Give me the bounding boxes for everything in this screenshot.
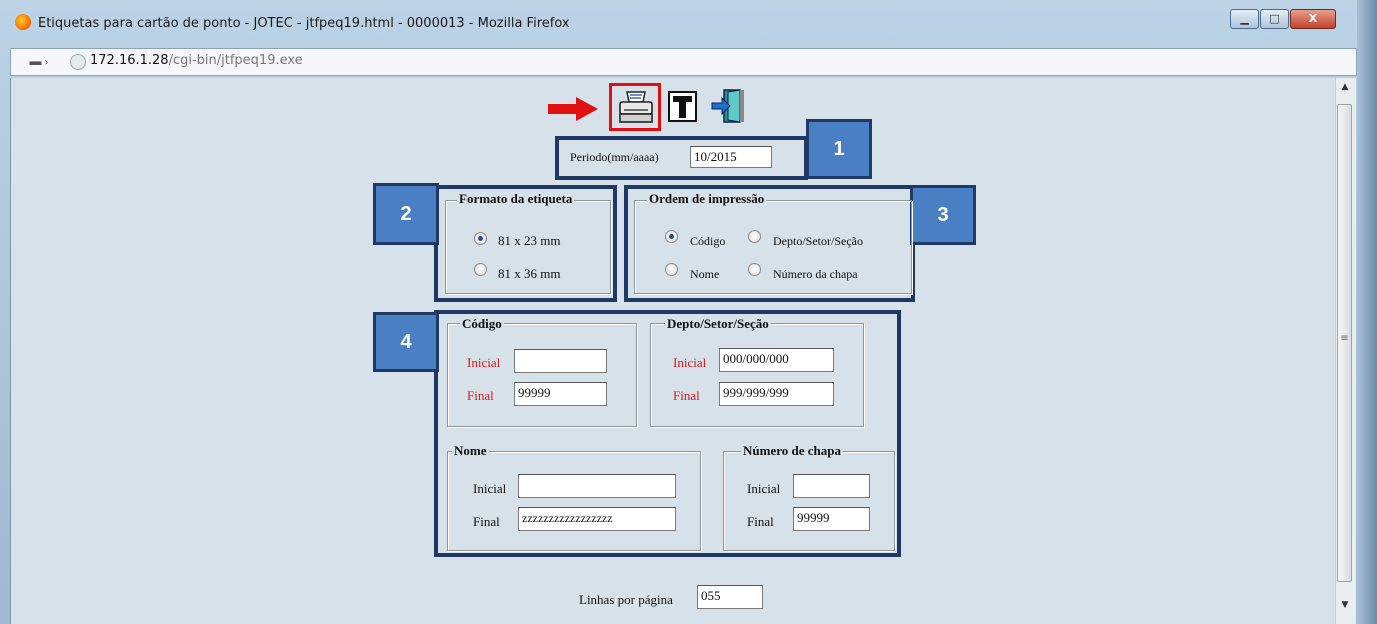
window-title: Etiquetas para cartão de ponto - JOTEC -… <box>38 16 570 31</box>
chapa-fieldset <box>723 451 895 551</box>
nome-inicial-input[interactable] <box>518 474 676 498</box>
chapa-final-label: Final <box>747 514 774 529</box>
codigo-inicial-label: Inicial <box>467 355 501 370</box>
linhas-input[interactable]: 055 <box>697 585 763 609</box>
badge-3: 3 <box>910 185 976 245</box>
scroll-grip-icon: ≡ <box>1340 333 1349 344</box>
minimize-button[interactable]: ▁ <box>1230 9 1259 29</box>
ordem-label-chapa: Número da chapa <box>773 267 858 281</box>
formato-label-81x23: 81 x 23 mm <box>498 233 561 248</box>
firefox-icon <box>15 14 31 30</box>
scroll-up-icon[interactable]: ▲ <box>1335 82 1355 98</box>
depto-inicial-label: Inicial <box>673 355 707 370</box>
codigo-final-input[interactable]: 99999 <box>514 382 607 406</box>
ordem-label-depto: Depto/Setor/Seção <box>773 234 863 248</box>
url-text[interactable]: 172.16.1.28/cgi-bin/jtfpeq19.exe <box>90 53 303 68</box>
print-icon[interactable] <box>618 90 654 124</box>
badge-2: 2 <box>373 183 439 245</box>
depto-legend: Depto/Setor/Seção <box>665 316 771 332</box>
codigo-fieldset <box>447 323 637 427</box>
close-button[interactable]: X <box>1290 9 1336 29</box>
maximize-button[interactable]: □ <box>1260 9 1289 29</box>
linhas-label: Linhas por página <box>579 592 673 607</box>
periodo-label: Periodo(mm/aaaa) <box>570 150 659 164</box>
nome-legend: Nome <box>452 443 489 459</box>
red-arrow-icon <box>548 97 598 121</box>
depto-fieldset <box>650 323 864 427</box>
chapa-inicial-label: Inicial <box>747 481 781 496</box>
formato-label-81x36: 81 x 36 mm <box>498 266 561 281</box>
ordem-radio-chapa[interactable] <box>748 263 761 276</box>
window-frame-edge <box>1357 0 1377 624</box>
nome-final-input[interactable]: zzzzzzzzzzzzzzzzz <box>518 507 676 531</box>
badge-4: 4 <box>373 312 439 372</box>
chapa-inicial-input[interactable] <box>793 474 870 498</box>
scroll-down-icon[interactable]: ▼ <box>1335 600 1355 616</box>
globe-icon <box>70 54 86 70</box>
badge-1: 1 <box>806 119 872 179</box>
page-menu-icon[interactable]: ▬ › <box>22 54 56 70</box>
nome-inicial-label: Inicial <box>473 481 507 496</box>
codigo-inicial-input[interactable] <box>514 349 607 373</box>
ordem-legend: Ordem de impressão <box>647 191 767 207</box>
formato-radio-81x23[interactable] <box>474 232 487 245</box>
ordem-radio-nome[interactable] <box>665 263 678 276</box>
url-path: /cgi-bin/jtfpeq19.exe <box>168 53 303 68</box>
depto-inicial-input[interactable]: 000/000/000 <box>719 348 834 372</box>
text-icon[interactable] <box>668 91 698 123</box>
formato-legend: Formato da etiqueta <box>457 191 575 207</box>
periodo-input[interactable]: 10/2015 <box>690 146 772 168</box>
chapa-legend: Número de chapa <box>741 443 843 459</box>
codigo-legend: Código <box>460 316 504 332</box>
ordem-radio-codigo[interactable] <box>665 230 678 243</box>
ordem-radio-depto[interactable] <box>748 230 761 243</box>
exit-icon[interactable] <box>710 88 748 124</box>
chapa-final-input[interactable]: 99999 <box>793 507 870 531</box>
depto-final-input[interactable]: 999/999/999 <box>719 382 834 406</box>
formato-radio-81x36[interactable] <box>474 263 487 276</box>
depto-final-label: Final <box>673 388 700 403</box>
ordem-label-codigo: Código <box>690 234 726 248</box>
codigo-final-label: Final <box>467 388 494 403</box>
url-host: 172.16.1.28 <box>90 53 169 68</box>
nome-fieldset <box>447 451 701 551</box>
ordem-label-nome: Nome <box>690 267 720 281</box>
nome-final-label: Final <box>473 514 500 529</box>
